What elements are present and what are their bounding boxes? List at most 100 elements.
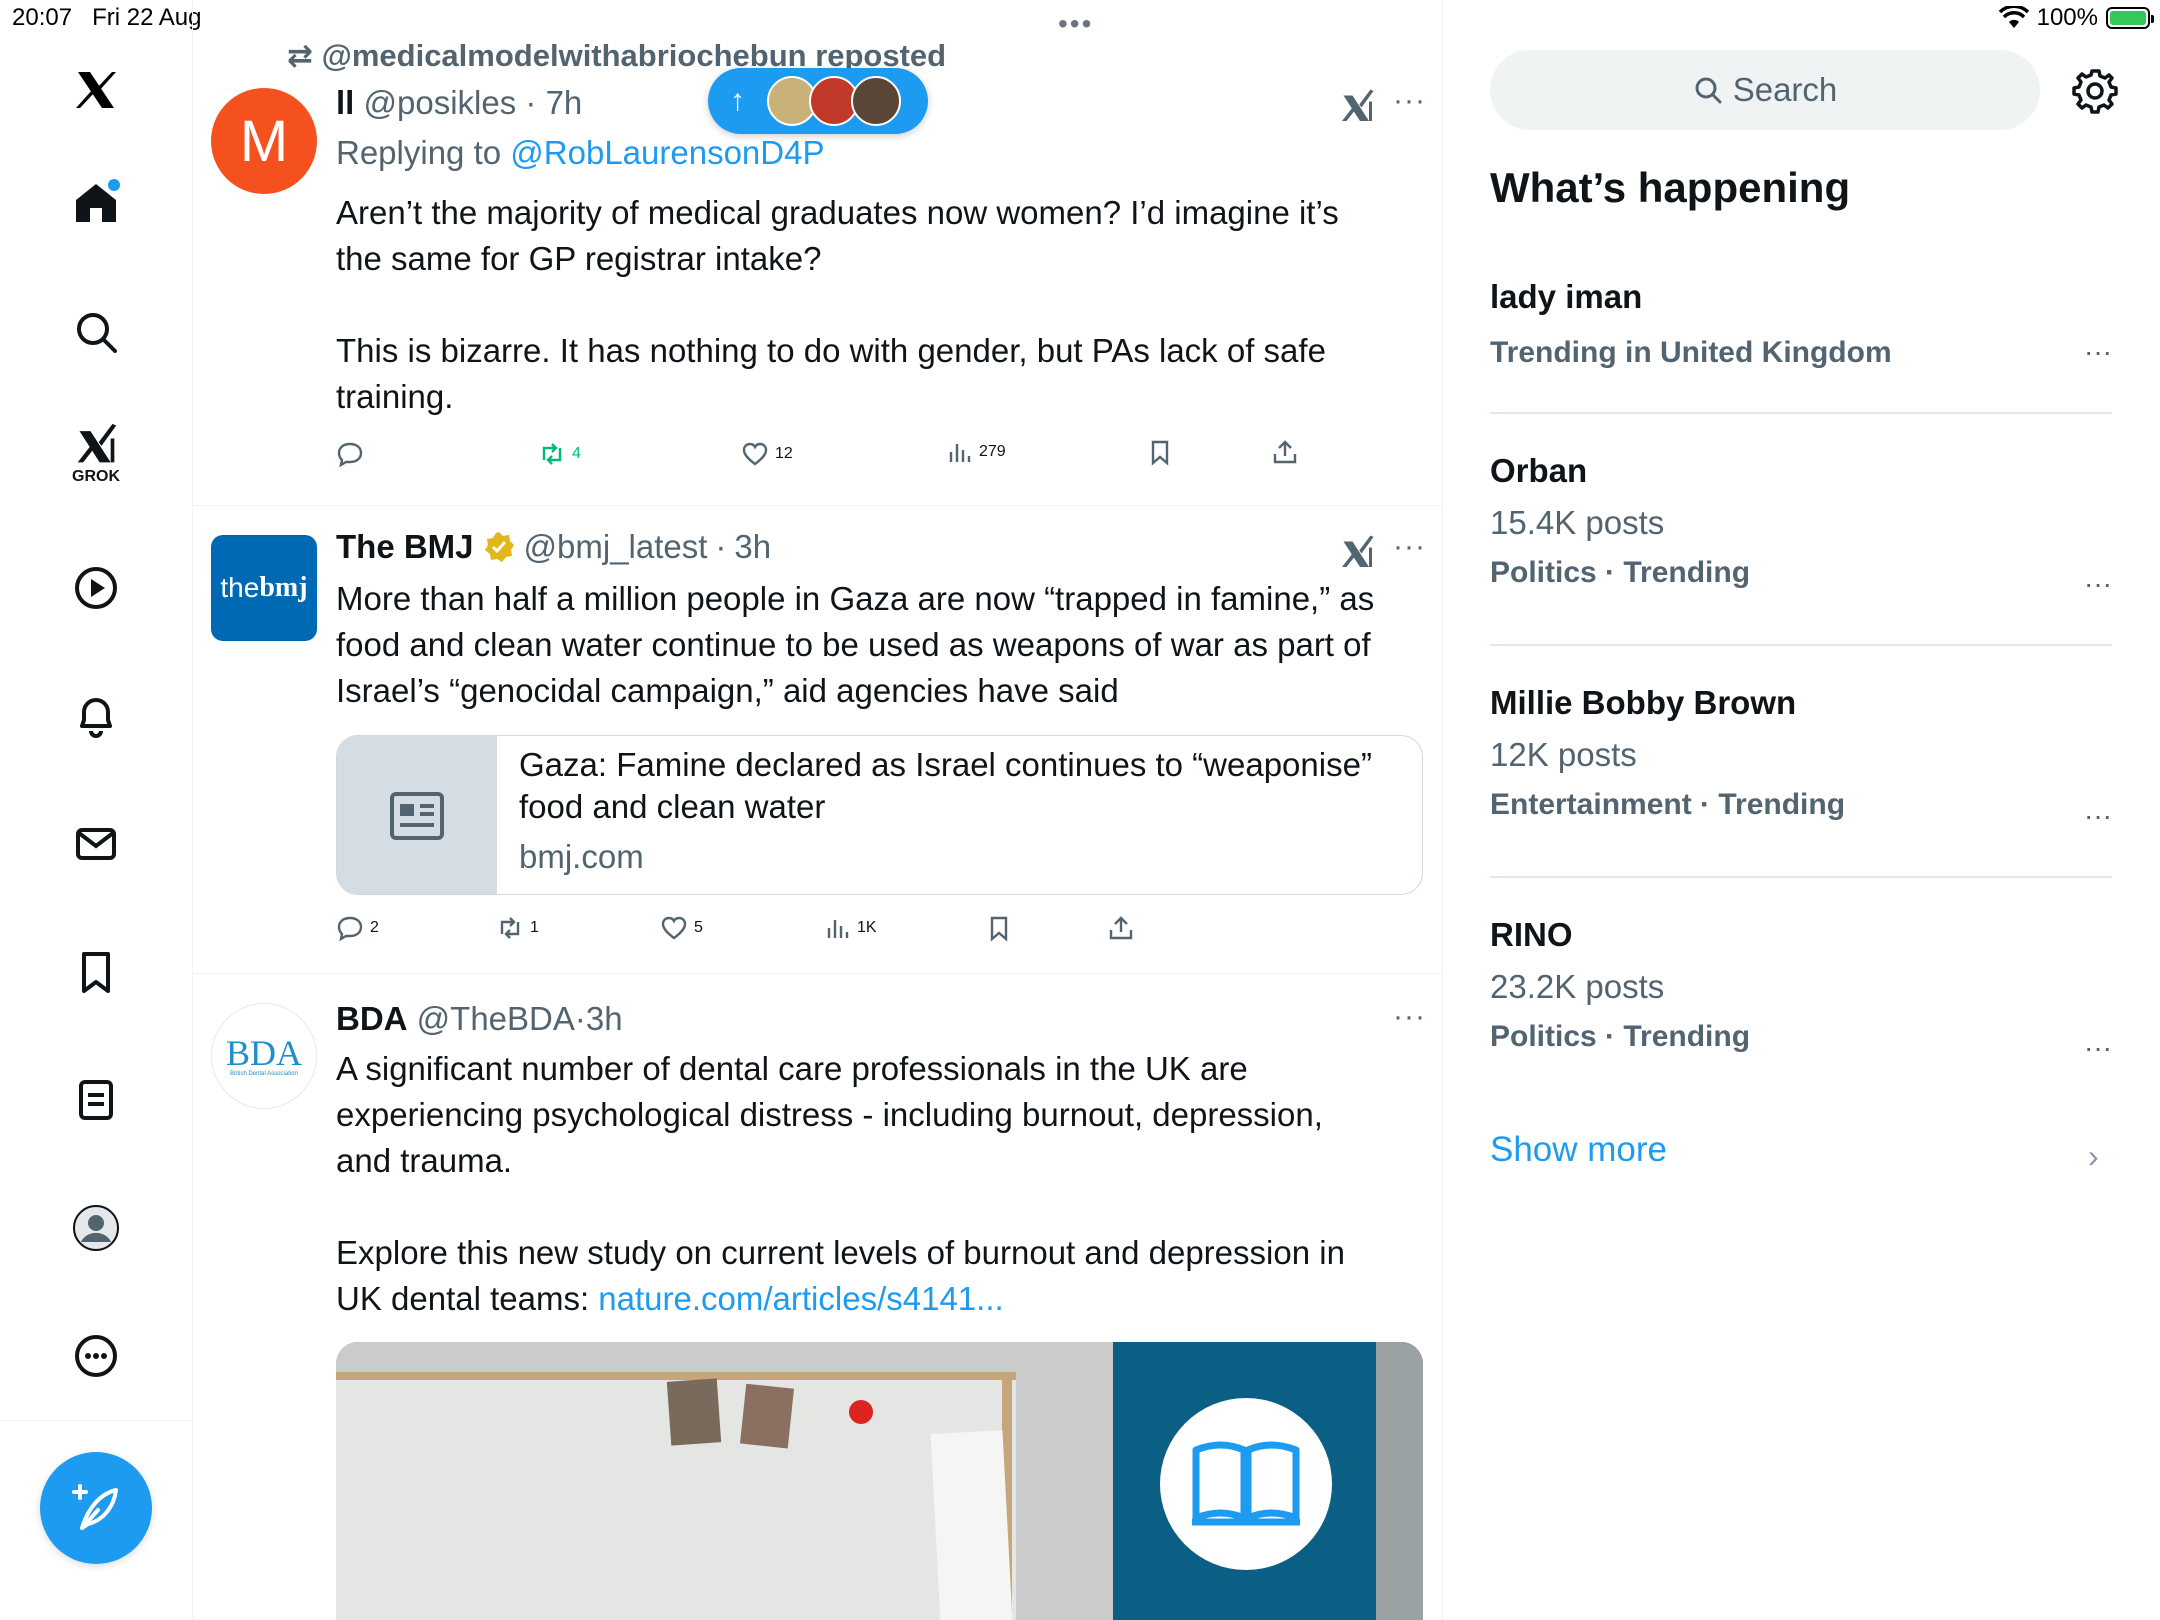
like-count: 12 <box>775 445 793 462</box>
replying-prefix: Replying to <box>336 134 502 171</box>
left-nav: GROK <box>0 0 193 1620</box>
verified-gold-icon <box>484 532 514 562</box>
avatar-text-the: the <box>220 572 260 603</box>
views-count: 1K <box>857 919 877 936</box>
reply-count: 2 <box>370 919 379 936</box>
notifications-icon[interactable] <box>62 682 130 750</box>
battery-percent: 100% <box>2036 4 2098 31</box>
views-icon <box>949 444 971 462</box>
trend-item[interactable]: RINO 23.2K posts Politics · Trending ··· <box>1490 916 2112 1063</box>
explore-icon[interactable] <box>62 298 130 366</box>
replying-to-link[interactable]: @RobLaurensonD4P <box>510 134 824 171</box>
new-posts-pill[interactable]: ↑ <box>708 68 928 134</box>
video-icon[interactable] <box>62 554 130 622</box>
like-icon <box>661 916 687 940</box>
reply-button[interactable]: 2 <box>336 914 379 942</box>
like-button[interactable]: 5 <box>660 914 703 942</box>
media-photo <box>336 1342 1423 1620</box>
nav-divider <box>0 1420 193 1421</box>
search-icon <box>1695 77 1722 104</box>
trend-context: Trending in United Kingdom <box>1490 336 1892 369</box>
share-button[interactable] <box>1107 914 1135 942</box>
settings-gear-icon[interactable] <box>2070 66 2120 116</box>
grok-explain-icon[interactable] <box>1339 534 1375 570</box>
tweet-divider <box>193 505 1442 506</box>
reply-button[interactable] <box>336 440 370 468</box>
timestamp[interactable]: 7h <box>546 84 583 121</box>
trend-item[interactable]: Orban 15.4K posts Politics · Trending ··… <box>1490 452 2112 599</box>
trend-more-icon[interactable]: ··· <box>2084 800 2112 832</box>
home-icon[interactable] <box>62 168 130 236</box>
timestamp[interactable]: 3h <box>586 1000 623 1037</box>
search-placeholder: Search <box>1732 71 1838 108</box>
trend-name: Millie Bobby Brown <box>1490 684 1797 721</box>
grok-explain-icon[interactable] <box>1339 88 1375 124</box>
bookmark-button[interactable] <box>1146 438 1174 466</box>
battery-icon <box>2106 7 2154 29</box>
compose-post-button[interactable] <box>40 1452 152 1564</box>
trend-context: Entertainment · Trending <box>1490 788 1846 821</box>
handle[interactable]: @TheBDA <box>417 1000 575 1037</box>
like-button[interactable]: 12 <box>741 440 793 468</box>
bookmark-icon <box>990 916 1008 942</box>
tweet-text: A significant number of dental care prof… <box>336 1046 1426 1322</box>
avatar[interactable]: BDA British Dental Association <box>211 1003 317 1109</box>
timestamp[interactable]: 3h <box>734 528 771 566</box>
tweet-link[interactable]: nature.com/articles/s4141... <box>598 1280 1003 1317</box>
messages-icon[interactable] <box>62 810 130 878</box>
reply-icon <box>337 442 363 468</box>
avatar-text-bmj: bmj <box>259 572 308 603</box>
views-count: 279 <box>979 443 1006 460</box>
link-card[interactable]: Gaza: Famine declared as Israel continue… <box>336 735 1423 895</box>
trend-name: Orban <box>1490 452 1588 489</box>
trend-item[interactable]: Millie Bobby Brown 12K posts Entertainme… <box>1490 684 2112 831</box>
tweet-body: A significant number of dental care prof… <box>336 1050 1345 1317</box>
views-icon <box>827 920 849 938</box>
chevron-right-icon[interactable]: › <box>2088 1138 2099 1175</box>
display-name[interactable]: The BMJ <box>336 528 474 566</box>
repost-button[interactable]: 1 <box>496 914 539 942</box>
trend-name: RINO <box>1490 916 1573 953</box>
bookmark-button[interactable] <box>985 914 1013 942</box>
tweet-more-icon[interactable]: ··· <box>1393 84 1426 118</box>
timeline[interactable]: ⇄ @medicalmodelwithabriochebun reposted … <box>193 0 1443 1620</box>
grok-icon[interactable]: GROK <box>62 420 130 488</box>
status-right: 100% <box>1998 4 2154 32</box>
repost-icon <box>542 443 562 465</box>
tweet-more-icon[interactable]: ··· <box>1393 530 1426 564</box>
display-name[interactable]: BDA <box>336 1000 408 1037</box>
trend-posts: 15.4K posts <box>1490 504 1665 541</box>
profile-icon[interactable] <box>62 1194 130 1262</box>
views-button[interactable]: 279 <box>945 438 1006 466</box>
trend-item[interactable]: lady iman Trending in United Kingdom ··· <box>1490 278 2112 370</box>
more-icon[interactable] <box>62 1322 130 1390</box>
tweet-media[interactable] <box>336 1342 1423 1620</box>
trend-more-icon[interactable]: ··· <box>2084 1032 2112 1064</box>
share-icon <box>1109 916 1133 940</box>
section-title: What’s happening <box>1490 164 1851 211</box>
display-name[interactable]: ll <box>336 84 354 121</box>
tweet-more-icon[interactable]: ··· <box>1393 1000 1426 1034</box>
trend-more-icon[interactable]: ··· <box>2084 568 2112 600</box>
avatar[interactable]: the bmj <box>211 535 317 641</box>
trend-more-icon[interactable]: ··· <box>2084 336 2112 368</box>
share-icon <box>1273 440 1297 464</box>
repost-button[interactable]: 4 <box>538 440 581 468</box>
pill-avatar <box>851 76 901 126</box>
bookmarks-icon[interactable] <box>62 938 130 1006</box>
search-input[interactable]: Search <box>1490 50 2040 130</box>
trend-divider <box>1490 644 2112 646</box>
repost-count: 4 <box>572 445 581 462</box>
x-logo-icon[interactable] <box>62 56 130 124</box>
tweet-header: ll @posikles · 7h <box>336 84 583 121</box>
trend-context: Politics · Trending <box>1490 1020 1751 1053</box>
avatar[interactable]: M <box>211 88 317 194</box>
lists-icon[interactable] <box>62 1066 130 1134</box>
handle[interactable]: @bmj_latest <box>524 528 708 566</box>
show-more-link[interactable]: Show more <box>1490 1130 1667 1170</box>
handle[interactable]: @posikles <box>364 84 517 121</box>
avatar-bda-subtext: British Dental Association <box>230 1071 298 1077</box>
views-button[interactable]: 1K <box>823 914 877 942</box>
share-button[interactable] <box>1271 438 1299 466</box>
tweet-header: BDA @TheBDA·3h <box>336 1000 623 1037</box>
